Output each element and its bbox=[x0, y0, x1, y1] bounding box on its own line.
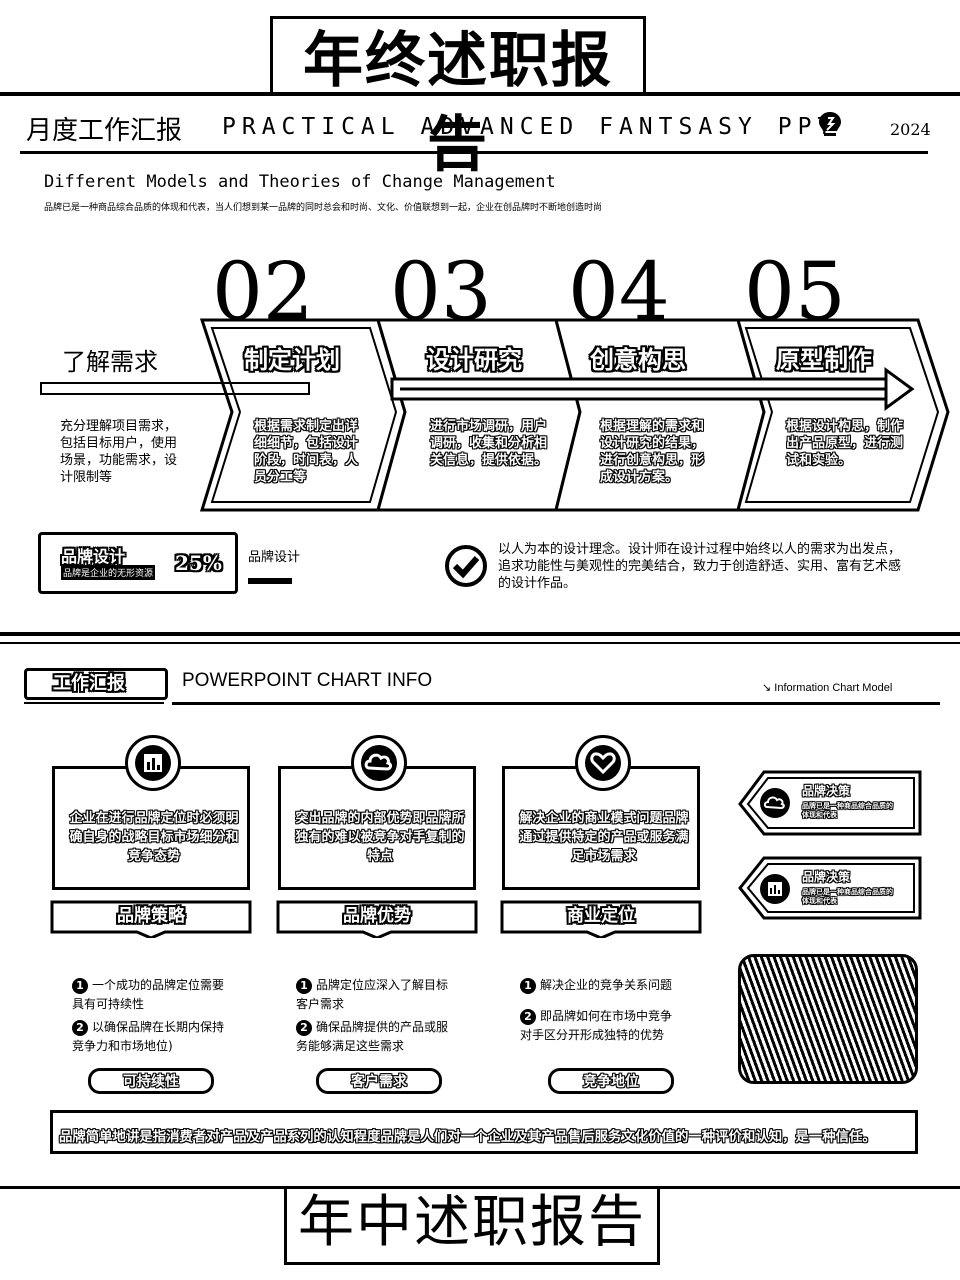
section-label-box: 工作汇报 bbox=[24, 668, 168, 700]
building-photo bbox=[738, 954, 918, 1084]
step-3-desc: 进行市场调研，用户调研，收集和分析相关信息，提供依据。 bbox=[430, 419, 548, 468]
step-3-number: 03 bbox=[390, 245, 492, 338]
card-text: 企业在进行品牌定位时必须明确自身的战略目标市场细分和竞争态势 bbox=[69, 811, 239, 864]
step-1-bar bbox=[40, 382, 310, 395]
brand-tag: 品牌是企业的无形资源 bbox=[61, 565, 156, 580]
bullet-list: 1 解决企业的竞争关系问题 2 即品牌如何在市场中竞争对手区分开形成独特的优势 bbox=[520, 976, 680, 1045]
step-5-number: 05 bbox=[744, 245, 846, 338]
card-label: 品牌优势 bbox=[278, 902, 476, 932]
brand-name: 品牌设计 bbox=[61, 547, 126, 566]
list-item: 2 以确保品牌在长期内保持竞争力和市场地位) bbox=[72, 1020, 225, 1053]
list-item: 2 即品牌如何在市场中竞争对手区分开形成独特的优势 bbox=[520, 1009, 673, 1042]
card-business-position: 解决企业的商业模式问题品牌通过提供特定的产品或服务满足市场需求 bbox=[502, 735, 700, 890]
step-5-desc: 根据设计构思，制作出产品原型，进行测试和实验。 bbox=[786, 419, 904, 468]
card-label: 品牌策略 bbox=[52, 902, 250, 932]
info-model-label: ↘ Information Chart Model bbox=[762, 682, 893, 694]
step-1-desc: 充分理解项目需求，包括目标用户，使用场景，功能需求，设计限制等 bbox=[60, 419, 178, 485]
section-label: 工作汇报 bbox=[53, 673, 125, 694]
bottom-title: 年中述职报告 bbox=[284, 1188, 660, 1265]
brand-dash bbox=[248, 578, 292, 584]
step-4-title: 创意构思 bbox=[590, 346, 686, 374]
bullet-list: 1 一个成功的品牌定位需要具有可持续性 2 以确保品牌在长期内保持竞争力和市场地位) bbox=[72, 976, 232, 1056]
check-circle-icon bbox=[445, 545, 487, 587]
divider bbox=[0, 632, 960, 636]
card-label-text: 品牌策略 bbox=[117, 906, 185, 926]
bullet-list: 1 品牌定位应深入了解目标客户需求 2 确保品牌提供的产品或服务能够满足这些需求 bbox=[296, 976, 456, 1056]
divider bbox=[172, 702, 940, 705]
list-item: 2 确保品牌提供的产品或服务能够满足这些需求 bbox=[296, 1020, 449, 1053]
pill-sustainability: 可持续性 bbox=[88, 1068, 214, 1094]
side-card-1: 品牌决策 品牌已是一种商品综合品质的体现和代表 bbox=[740, 772, 920, 836]
card-brand-strategy: 企业在进行品牌定位时必须明确自身的战略目标市场细分和竞争态势 bbox=[52, 735, 250, 890]
bar-chart-icon bbox=[760, 874, 790, 904]
brand-small-label: 品牌设计 bbox=[248, 550, 301, 565]
card-text: 解决企业的商业模式问题品牌通过提供特定的产品或服务满足市场需求 bbox=[519, 811, 689, 864]
step-5-title: 原型制作 bbox=[776, 346, 872, 374]
brand-percent: 25% bbox=[175, 551, 222, 575]
step-2-title: 制定计划 bbox=[244, 346, 340, 374]
side-card-desc: 品牌已是一种商品综合品质的体现和代表 bbox=[802, 888, 893, 905]
pill-customer-needs: 客户需求 bbox=[316, 1068, 442, 1094]
step-1-title: 了解需求 bbox=[62, 348, 158, 376]
divider bbox=[0, 642, 960, 644]
card-label-text: 商业定位 bbox=[567, 906, 635, 926]
card-label-text: 品牌优势 bbox=[343, 906, 411, 926]
check-text: 以人为本的设计理念。设计师在设计过程中始终以人的需求为出发点，追求功能性与美观性… bbox=[498, 542, 902, 591]
side-card-title: 品牌决策 bbox=[802, 870, 851, 884]
card-brand-advantage: 突出品牌的内部优势即品牌所独有的难以被竞争对手复制的特点 bbox=[278, 735, 476, 890]
side-card-2: 品牌决策 品牌已是一种商品综合品质的体现和代表 bbox=[740, 858, 920, 922]
step-4-number: 04 bbox=[568, 245, 670, 338]
step-2-number: 02 bbox=[212, 245, 314, 338]
step-4-desc: 根据理解的需求和设计研究的结果，进行创意构思，形成设计方案。 bbox=[600, 419, 705, 485]
step-3-title: 设计研究 bbox=[426, 346, 522, 374]
cloud-icon bbox=[760, 788, 790, 818]
list-item: 1 一个成功的品牌定位需要具有可持续性 bbox=[72, 978, 225, 1011]
step-2-desc: 根据需求制定出详细细节，包括设计阶段，时间表，人员分工等 bbox=[254, 419, 359, 485]
bar-chart-icon bbox=[125, 735, 181, 791]
pill-competitive-position: 竞争地位 bbox=[548, 1068, 674, 1094]
divider bbox=[24, 702, 164, 704]
side-card-title: 品牌决策 bbox=[802, 784, 851, 798]
side-card-desc: 品牌已是一种商品综合品质的体现和代表 bbox=[802, 802, 893, 819]
heart-icon bbox=[575, 735, 631, 791]
bottom-banner: 品牌简单地讲是指消费者对产品及产品系列的认知程度品牌是人们对一个企业及其产品售后… bbox=[50, 1110, 918, 1154]
card-label: 商业定位 bbox=[502, 902, 700, 932]
section-title: POWERPOINT CHART INFO bbox=[182, 670, 433, 691]
list-item: 1 解决企业的竞争关系问题 bbox=[520, 976, 680, 995]
card-text: 突出品牌的内部优势即品牌所独有的难以被竞争对手复制的特点 bbox=[295, 811, 465, 864]
list-item: 1 品牌定位应深入了解目标客户需求 bbox=[296, 978, 449, 1011]
cloud-icon bbox=[351, 735, 407, 791]
brand-box: 品牌设计 品牌是企业的无形资源 25% bbox=[38, 532, 238, 594]
banner-text: 品牌简单地讲是指消费者对产品及产品系列的认知程度品牌是人们对一个企业及其产品售后… bbox=[59, 1130, 876, 1145]
